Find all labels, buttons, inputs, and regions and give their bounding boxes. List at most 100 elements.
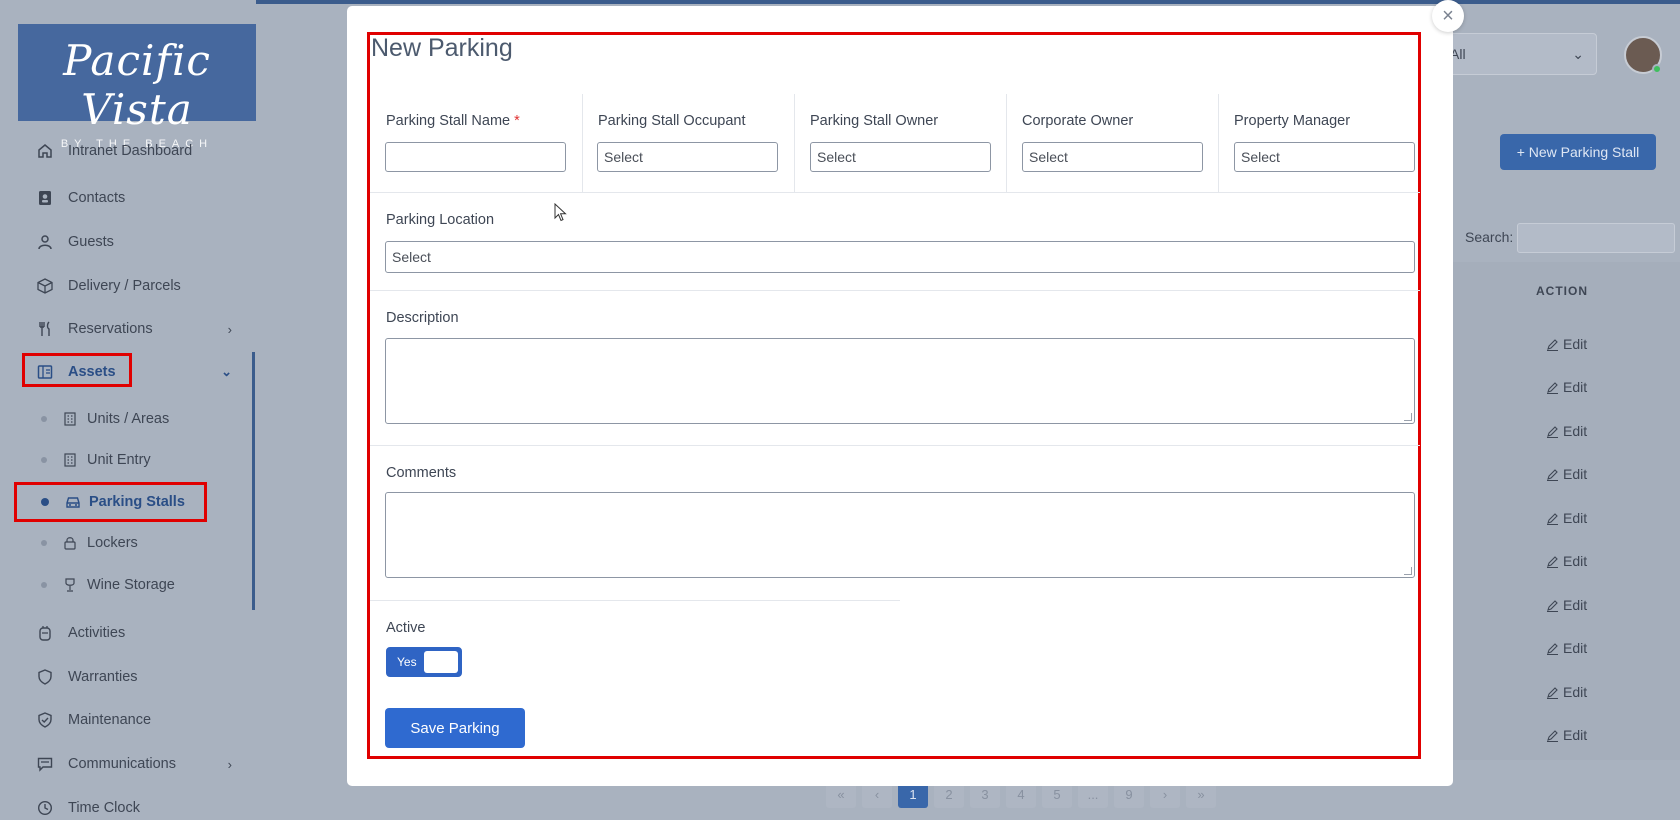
sidebar-subitem-label: Units / Areas <box>87 411 170 427</box>
chevron-down-icon: ⌄ <box>221 364 232 379</box>
sidebar-item-label: Time Clock <box>68 800 140 816</box>
bullet-dot <box>41 540 47 546</box>
property-manager-label: Property Manager <box>1234 113 1351 129</box>
sidebar-item-reservations[interactable]: Reservations › <box>22 312 232 346</box>
owner-select[interactable]: Select <box>810 142 991 172</box>
sidebar-item-time-clock[interactable]: Time Clock <box>22 791 232 820</box>
search-input[interactable] <box>1517 223 1675 253</box>
sidebar-item-label: Maintenance <box>68 712 152 728</box>
column-divider <box>1006 94 1007 192</box>
required-mark: * <box>514 113 520 129</box>
online-status-dot <box>1652 64 1662 74</box>
sidebar-item-delivery-parcels[interactable]: Delivery / Parcels <box>22 269 232 303</box>
chevron-right-icon: › <box>227 756 232 772</box>
sidebar-subitem-units-areas[interactable]: Units / Areas <box>22 402 169 436</box>
description-textarea[interactable] <box>385 338 1415 424</box>
sidebar-item-label: Communications <box>68 756 176 772</box>
description-label: Description <box>386 310 459 326</box>
occupant-label: Parking Stall Occupant <box>598 113 746 129</box>
home-icon <box>36 142 54 160</box>
clock-icon <box>36 799 54 817</box>
bullet-dot <box>41 582 47 588</box>
brand-title: Pacific Vista <box>63 36 211 134</box>
sidebar-item-guests[interactable]: Guests <box>22 225 232 259</box>
table-row-edit-link[interactable]: Edit <box>1546 684 1587 700</box>
stall-name-label: Parking Stall Name * <box>386 113 520 129</box>
package-icon <box>36 277 54 295</box>
table-row-edit-link[interactable]: Edit <box>1546 640 1587 656</box>
table-row-edit-link[interactable]: Edit <box>1546 727 1587 743</box>
building-icon <box>63 452 79 468</box>
new-parking-stall-button[interactable]: + New Parking Stall <box>1500 134 1656 170</box>
sidebar-item-activities[interactable]: Activities <box>22 616 232 650</box>
comments-label: Comments <box>386 465 457 481</box>
stall-name-input[interactable] <box>385 142 566 172</box>
sidebar-subitem-label: Lockers <box>87 535 138 551</box>
activity-icon <box>36 624 54 642</box>
sidebar-subitem-label: Wine Storage <box>87 577 175 593</box>
table-row-edit-link[interactable]: Edit <box>1546 336 1587 352</box>
pencil-icon <box>1547 729 1558 742</box>
section-divider <box>370 445 1420 446</box>
user-icon <box>36 233 54 251</box>
comments-textarea[interactable] <box>385 492 1415 578</box>
sidebar-item-warranties[interactable]: Warranties <box>22 660 232 694</box>
save-parking-button[interactable]: Save Parking <box>385 708 525 748</box>
sidebar-item-communications[interactable]: Communications › <box>22 747 232 781</box>
fork-knife-icon <box>36 320 54 338</box>
table-header-action: ACTION <box>1536 284 1588 298</box>
table-row-edit-link[interactable]: Edit <box>1546 423 1587 439</box>
pencil-icon <box>1547 555 1558 568</box>
sidebar-subitem-lockers[interactable]: Lockers <box>22 526 138 560</box>
pencil-icon <box>1547 381 1558 394</box>
sidebar: Pacific Vista BY THE BEACH Intranet Dash… <box>0 0 256 820</box>
lock-icon <box>63 535 79 551</box>
mouse-cursor-icon <box>554 202 568 228</box>
sidebar-item-contacts[interactable]: Contacts <box>22 181 232 215</box>
message-icon <box>36 755 54 773</box>
sidebar-item-label: Contacts <box>68 190 126 206</box>
table-row-edit-link[interactable]: Edit <box>1546 553 1587 569</box>
sidebar-item-intranet-dashboard[interactable]: Intranet Dashboard <box>22 134 232 168</box>
resize-grip-icon[interactable] <box>1404 413 1412 421</box>
active-label: Active <box>386 620 426 636</box>
table-row-edit-link[interactable]: Edit <box>1546 466 1587 482</box>
toggle-knob <box>424 651 458 673</box>
column-divider <box>582 94 583 192</box>
table-row-edit-link[interactable]: Edit <box>1546 379 1587 395</box>
resize-grip-icon[interactable] <box>1404 567 1412 575</box>
sidebar-subitem-unit-entry[interactable]: Unit Entry <box>22 443 151 477</box>
brand-logo[interactable]: Pacific Vista BY THE BEACH <box>18 24 256 150</box>
pencil-icon <box>1547 599 1558 612</box>
chevron-down-icon: ⌄ <box>1572 45 1584 62</box>
sidebar-item-label: Guests <box>68 234 114 250</box>
parking-location-label: Parking Location <box>386 212 495 228</box>
occupant-select[interactable]: Select <box>597 142 778 172</box>
column-divider <box>1218 94 1219 192</box>
modal-title: New Parking <box>371 34 513 62</box>
parking-location-select[interactable]: Select <box>385 241 1415 273</box>
sidebar-subitem-label: Unit Entry <box>87 452 151 468</box>
assets-highlight-box <box>22 353 132 387</box>
corporate-owner-select[interactable]: Select <box>1022 142 1203 172</box>
close-icon[interactable]: × <box>1432 0 1464 32</box>
sidebar-item-label: Activities <box>68 625 126 641</box>
pencil-icon <box>1547 468 1558 481</box>
sidebar-item-label: Intranet Dashboard <box>68 143 193 159</box>
corporate-owner-label: Corporate Owner <box>1022 113 1134 129</box>
building-icon <box>63 411 79 427</box>
sidebar-item-maintenance[interactable]: Maintenance <box>22 703 232 737</box>
table-row-edit-link[interactable]: Edit <box>1546 597 1587 613</box>
active-toggle[interactable]: Yes <box>386 647 462 677</box>
shield-check-icon <box>36 711 54 729</box>
pencil-icon <box>1547 338 1558 351</box>
filter-select[interactable]: All ⌄ <box>1437 33 1597 75</box>
property-manager-select[interactable]: Select <box>1234 142 1415 172</box>
bullet-dot <box>41 457 47 463</box>
parking-stalls-highlight-box <box>14 482 207 522</box>
table-row-edit-link[interactable]: Edit <box>1546 510 1587 526</box>
wine-icon <box>63 577 79 593</box>
sidebar-subitem-wine-storage[interactable]: Wine Storage <box>22 568 175 602</box>
pencil-icon <box>1547 512 1558 525</box>
shield-icon <box>36 668 54 686</box>
